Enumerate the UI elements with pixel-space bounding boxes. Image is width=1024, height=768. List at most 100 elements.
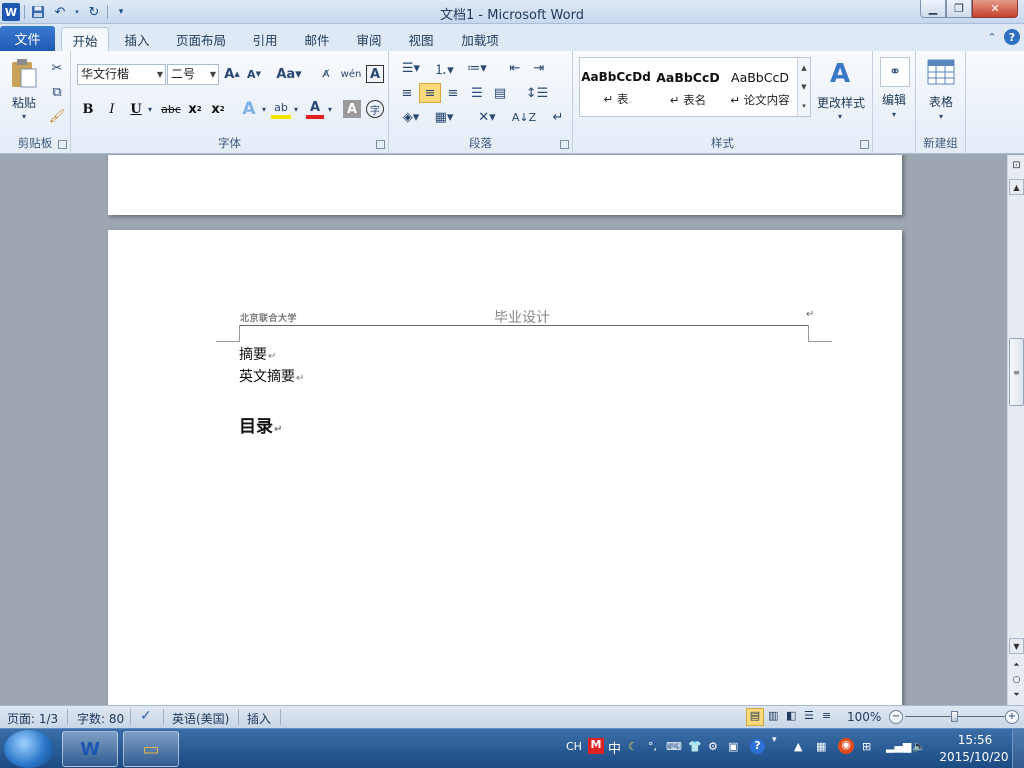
show-marks-icon[interactable]: ↵ xyxy=(549,107,567,127)
underline-icon[interactable]: U xyxy=(127,100,145,118)
network-device-icon[interactable]: ▦ xyxy=(816,740,826,753)
editing-label[interactable]: 编辑 xyxy=(874,91,914,108)
tab-addins[interactable]: 加载项 xyxy=(452,27,508,51)
font-launcher-icon[interactable] xyxy=(376,140,385,149)
wifi-signal-icon[interactable]: ▂▄▆ xyxy=(886,740,911,753)
ime-tools-icon[interactable]: ⚙ xyxy=(708,740,718,753)
borders-icon[interactable]: ▦▾ xyxy=(430,107,458,127)
style-item[interactable]: AaBbCcDd ↵ 表 xyxy=(580,58,652,116)
chinese-layout-icon[interactable]: ✕▾ xyxy=(473,107,501,127)
style-item[interactable]: AaBbCcD ↵ 表名 xyxy=(652,58,724,116)
clipboard-launcher-icon[interactable] xyxy=(58,140,67,149)
copy-icon[interactable]: ⧉ xyxy=(48,83,66,101)
table-label[interactable]: 表格 xyxy=(921,93,961,110)
paste-dropdown-icon[interactable]: ▾ xyxy=(18,111,30,121)
font-color-icon[interactable]: A xyxy=(306,99,324,119)
taskbar-explorer-icon[interactable]: ▭ xyxy=(123,731,179,767)
tab-home[interactable]: 开始 xyxy=(61,27,109,52)
bold-icon[interactable]: B xyxy=(79,100,97,118)
ruler-toggle-icon[interactable]: ⊡ xyxy=(1009,157,1024,173)
minimize-ribbon-icon[interactable]: ⌃ xyxy=(984,29,1000,45)
text-effects-icon[interactable]: A xyxy=(239,99,259,119)
scroll-down-icon[interactable]: ▼ xyxy=(1009,638,1024,654)
shading-icon[interactable]: ◈▾ xyxy=(397,107,425,127)
increase-indent-icon[interactable]: ⇥ xyxy=(529,59,549,77)
align-left-icon[interactable]: ≡ xyxy=(397,83,417,103)
subscript-icon[interactable]: x2 xyxy=(186,100,204,118)
align-right-icon[interactable]: ≡ xyxy=(443,83,463,103)
multilevel-list-icon[interactable]: ≔▾ xyxy=(463,59,491,77)
show-desktop-button[interactable] xyxy=(1012,729,1024,768)
halfwidth-moon-icon[interactable]: ☾ xyxy=(628,740,638,753)
distributed-icon[interactable]: ▤ xyxy=(490,83,510,103)
gallery-down-icon[interactable]: ▼ xyxy=(797,77,810,96)
character-border-icon[interactable]: A xyxy=(366,65,384,83)
page-count[interactable]: 页面: 1/3 xyxy=(7,710,58,727)
change-styles-icon[interactable]: A xyxy=(822,57,858,91)
table-dropdown-icon[interactable]: ▾ xyxy=(935,111,947,121)
zoom-in-icon[interactable]: + xyxy=(1005,710,1019,724)
tab-review[interactable]: 审阅 xyxy=(347,27,391,51)
highlight-dropdown-icon[interactable]: ▾ xyxy=(291,100,301,118)
justify-icon[interactable]: ☰ xyxy=(467,83,487,103)
strikethrough-icon[interactable]: abc xyxy=(160,100,182,118)
paragraph-launcher-icon[interactable] xyxy=(560,140,569,149)
gallery-more-icon[interactable]: ▾ xyxy=(797,96,810,116)
decrease-indent-icon[interactable]: ⇤ xyxy=(505,59,525,77)
ime-note-icon[interactable]: ▣ xyxy=(728,740,738,753)
start-button[interactable] xyxy=(4,730,54,768)
doc-line-abstract[interactable]: 摘要↵ xyxy=(239,344,276,364)
tab-view[interactable]: 视图 xyxy=(399,27,443,51)
help-icon[interactable]: ? xyxy=(1004,29,1020,45)
tab-references[interactable]: 引用 xyxy=(243,27,287,51)
clock-date[interactable]: 2015/10/20 xyxy=(934,750,1014,764)
security-tray-icon[interactable]: ◉ xyxy=(838,738,854,754)
browse-object-icon[interactable]: ○ xyxy=(1009,673,1024,687)
draft-icon[interactable]: ≡ xyxy=(822,709,831,722)
zoom-out-icon[interactable]: − xyxy=(889,710,903,724)
previous-page-icon[interactable]: ⏶ xyxy=(1009,658,1024,672)
windows-flag-icon[interactable]: ⊞ xyxy=(862,740,871,753)
punctuation-icon[interactable]: °, xyxy=(648,740,657,753)
ime-language[interactable]: CH xyxy=(566,740,582,753)
character-shading-icon[interactable]: A xyxy=(343,100,361,118)
change-styles-label[interactable]: 更改样式 xyxy=(813,94,869,111)
font-color-dropdown-icon[interactable]: ▾ xyxy=(325,100,335,118)
doc-line-toc[interactable]: 目录↵ xyxy=(239,412,282,437)
ime-help-icon[interactable]: ? xyxy=(750,739,765,754)
text-effects-dropdown-icon[interactable]: ▾ xyxy=(259,100,269,118)
gallery-up-icon[interactable]: ▲ xyxy=(797,58,810,77)
insert-mode-indicator[interactable]: 插入 xyxy=(247,710,271,727)
web-layout-icon[interactable]: ◧ xyxy=(786,709,796,722)
find-binoculars-icon[interactable]: ⚭ xyxy=(880,57,910,87)
sort-icon[interactable]: A↓Z xyxy=(512,107,536,127)
font-family-select[interactable]: 华文行楷 ▼ xyxy=(77,64,166,85)
language-indicator[interactable]: 英语(美国) xyxy=(172,710,229,727)
proofing-icon[interactable]: ✓ xyxy=(140,708,152,724)
clock-time[interactable]: 15:56 xyxy=(950,733,1000,747)
tab-page-layout[interactable]: 页面布局 xyxy=(168,27,234,51)
ime-app-icon[interactable]: M xyxy=(588,738,604,754)
table-icon[interactable] xyxy=(926,57,956,87)
font-size-select[interactable]: 二号 ▼ xyxy=(167,64,219,85)
ime-skin-icon[interactable]: 👕 xyxy=(688,740,702,753)
tab-file[interactable]: 文件 xyxy=(0,26,55,51)
volume-icon[interactable]: 🔈 xyxy=(912,740,926,753)
page[interactable] xyxy=(108,155,902,215)
doc-line-english-abstract[interactable]: 英文摘要↵ xyxy=(239,366,304,386)
vertical-scrollbar[interactable]: ⊡ ▲ ≡ ▼ ⏶ ○ ⏷ xyxy=(1007,155,1024,705)
phonetic-guide-icon[interactable]: wén xyxy=(341,65,362,83)
show-hidden-icons-icon[interactable]: ▲ xyxy=(794,740,802,753)
change-styles-dropdown-icon[interactable]: ▾ xyxy=(834,111,846,121)
editing-dropdown-icon[interactable]: ▾ xyxy=(888,109,900,119)
word-count[interactable]: 字数: 80 xyxy=(77,710,124,727)
underline-dropdown-icon[interactable]: ▾ xyxy=(145,100,155,118)
print-layout-icon[interactable]: ▤ xyxy=(746,708,764,726)
style-item[interactable]: AaBbCcD ↵ 论文内容 xyxy=(724,58,796,116)
enclose-characters-icon[interactable]: 字 xyxy=(366,100,384,118)
next-page-icon[interactable]: ⏷ xyxy=(1009,688,1024,702)
scroll-thumb[interactable]: ≡ xyxy=(1009,338,1024,406)
highlight-icon[interactable]: ab xyxy=(271,99,291,119)
full-screen-reading-icon[interactable]: ▥ xyxy=(768,709,778,722)
change-case-icon[interactable]: Aa▾ xyxy=(276,65,302,83)
